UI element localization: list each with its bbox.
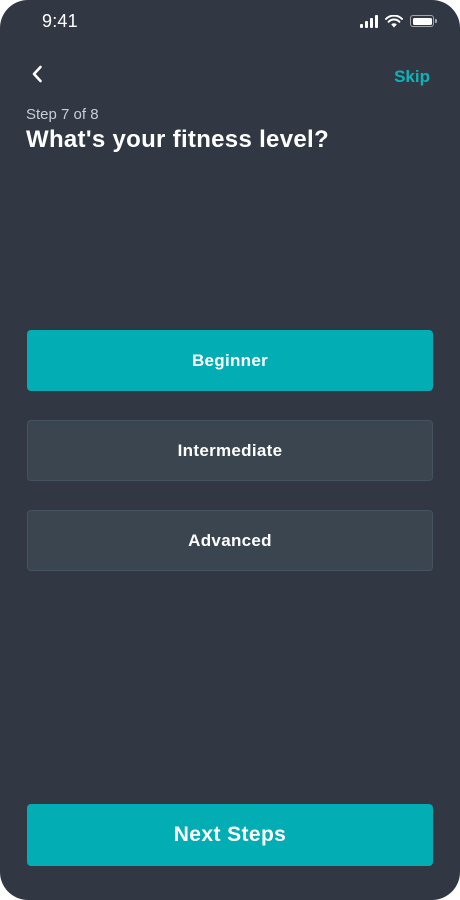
status-bar: 9:41 <box>0 0 460 44</box>
status-icons <box>360 14 437 28</box>
app-screen: 9:41 Skip Step 7 of 8 What's your fitnes… <box>0 0 460 900</box>
step-indicator: Step 7 of 8 <box>26 106 99 123</box>
next-steps-button[interactable]: Next Steps <box>27 804 433 866</box>
cellular-signal-icon <box>360 14 378 28</box>
status-time: 9:41 <box>42 11 78 31</box>
skip-button[interactable]: Skip <box>394 67 430 87</box>
option-advanced[interactable]: Advanced <box>27 510 433 571</box>
wifi-icon <box>385 14 403 27</box>
chevron-left-icon <box>32 65 42 83</box>
back-button[interactable] <box>22 58 52 90</box>
option-intermediate[interactable]: Intermediate <box>27 420 433 481</box>
page-title: What's your fitness level? <box>26 126 329 153</box>
option-beginner[interactable]: Beginner <box>27 330 433 391</box>
battery-icon <box>410 15 437 27</box>
